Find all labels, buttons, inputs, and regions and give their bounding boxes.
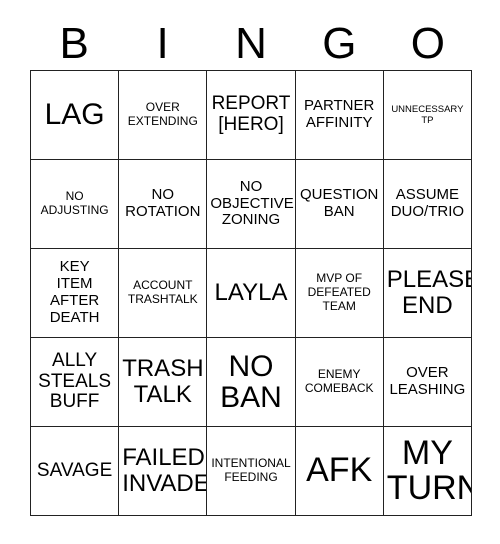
- bingo-cell-label: FAILED INVADE: [122, 444, 208, 497]
- bingo-cell-r1c5[interactable]: UNNECESSARY TP: [383, 71, 472, 160]
- bingo-card: B I N G O LAG OVER EXTENDING REPORT [HERO]…: [0, 0, 500, 544]
- bingo-cell-label: ASSUME DUO/TRIO: [390, 186, 465, 220]
- bingo-cell-r5c4[interactable]: AFK: [295, 427, 384, 516]
- bingo-cell-r1c3[interactable]: REPORT [HERO]: [207, 71, 296, 160]
- bingo-cell-r3c4[interactable]: MVP OF DEFEATED TEAM: [295, 249, 384, 338]
- bingo-cell-label: NO ROTATION: [125, 186, 201, 220]
- bingo-cell-label: ALLY STEALS BUFF: [38, 349, 112, 413]
- bingo-cell-label: PLEASE END: [386, 266, 472, 319]
- bingo-cell-label: OVER LEASHING: [389, 364, 466, 398]
- bingo-cell-r4c1[interactable]: ALLY STEALS BUFF: [31, 338, 120, 427]
- bingo-cell-r5c3[interactable]: INTENTIONAL FEEDING: [207, 427, 296, 516]
- bingo-header: B I N G O: [30, 18, 472, 70]
- bingo-cell-label: AFK: [306, 451, 373, 490]
- header-letter-g: G: [322, 19, 357, 68]
- bingo-cell-r4c4[interactable]: ENEMY COMEBACK: [295, 338, 384, 427]
- bingo-cell-label: NO OBJECTIVE ZONING: [210, 177, 294, 229]
- bingo-cell-r1c1[interactable]: LAG: [31, 71, 120, 160]
- bingo-cell-label: REPORT [HERO]: [211, 93, 291, 135]
- bingo-cell-r2c4[interactable]: QUESTION BAN: [295, 160, 384, 249]
- bingo-cell-r1c2[interactable]: OVER EXTENDING: [119, 71, 208, 160]
- bingo-cell-r2c3[interactable]: NO OBJECTIVE ZONING: [207, 160, 296, 249]
- bingo-cell-r4c5[interactable]: OVER LEASHING: [383, 338, 472, 427]
- bingo-cell-r5c2[interactable]: FAILED INVADE: [119, 427, 208, 516]
- bingo-cell-label: INTENTIONAL FEEDING: [211, 456, 291, 484]
- bingo-cell-label: NO ADJUSTING: [40, 189, 109, 217]
- bingo-cell-label: ACCOUNT TRASHTALK: [127, 278, 198, 306]
- header-letter-b: B: [59, 19, 89, 68]
- bingo-cell-label: OVER EXTENDING: [127, 100, 198, 128]
- bingo-cell-r4c3[interactable]: NO BAN: [207, 338, 296, 427]
- bingo-cell-r2c5[interactable]: ASSUME DUO/TRIO: [383, 160, 472, 249]
- header-letter-o: O: [410, 19, 445, 68]
- header-letter-n: N: [235, 19, 267, 68]
- bingo-cell-r2c1[interactable]: NO ADJUSTING: [31, 160, 120, 249]
- header-letter-i: I: [156, 19, 169, 68]
- bingo-cell-label: UNNECESSARY TP: [391, 103, 464, 126]
- bingo-cell-r1c4[interactable]: PARTNER AFFINITY: [295, 71, 384, 160]
- bingo-cell-label: QUESTION BAN: [300, 186, 379, 220]
- bingo-cell-r2c2[interactable]: NO ROTATION: [119, 160, 208, 249]
- bingo-cell-label: MVP OF DEFEATED TEAM: [307, 271, 371, 313]
- bingo-cell-r5c1[interactable]: SAVAGE: [31, 427, 120, 516]
- bingo-cell-r3c2[interactable]: ACCOUNT TRASHTALK: [119, 249, 208, 338]
- bingo-cell-label: KEY ITEM AFTER DEATH: [49, 258, 100, 326]
- bingo-cell-r3c3[interactable]: LAYLA: [207, 249, 296, 338]
- bingo-cell-label: NO BAN: [220, 349, 282, 414]
- bingo-cell-label: SAVAGE: [36, 459, 113, 481]
- bingo-cell-label: MY TURN: [386, 433, 472, 507]
- bingo-cell-label: PARTNER AFFINITY: [304, 97, 375, 131]
- bingo-cell-label: TRASH TALK: [122, 355, 204, 408]
- bingo-cell-label: LAYLA: [214, 279, 288, 307]
- bingo-cell-r4c2[interactable]: TRASH TALK: [119, 338, 208, 427]
- bingo-cell-r5c5[interactable]: MY TURN: [383, 427, 472, 516]
- bingo-cell-r3c5[interactable]: PLEASE END: [383, 249, 472, 338]
- bingo-cell-r3c1[interactable]: KEY ITEM AFTER DEATH: [31, 249, 120, 338]
- bingo-cell-label: ENEMY COMEBACK: [304, 367, 374, 395]
- bingo-grid: LAG OVER EXTENDING REPORT [HERO] PARTNER AF…: [30, 70, 472, 516]
- bingo-cell-label: LAG: [44, 98, 105, 132]
